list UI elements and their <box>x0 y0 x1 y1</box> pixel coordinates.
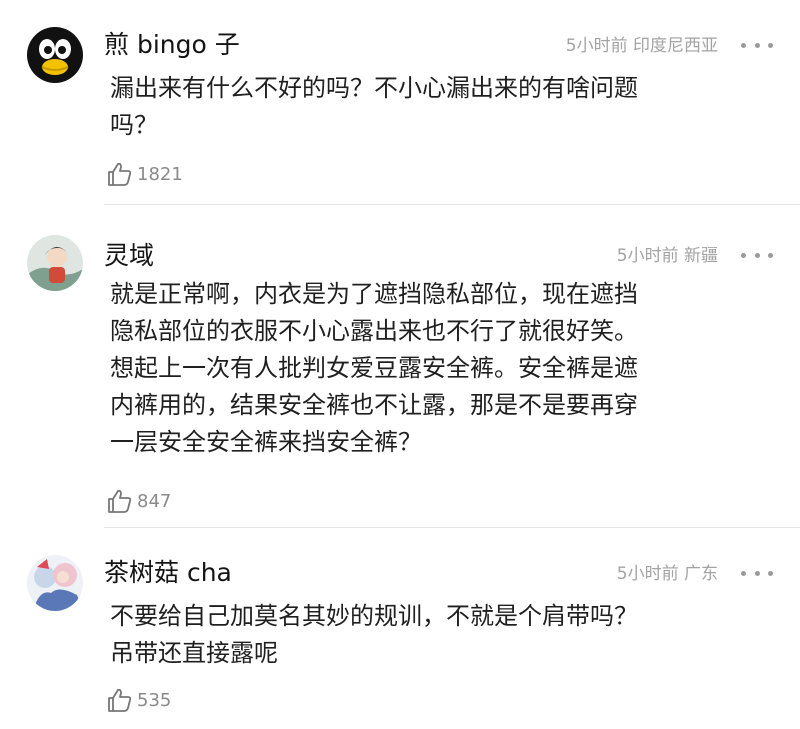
comment-time: 5小时前 <box>616 246 679 266</box>
comment-time: 5小时前 <box>565 36 628 56</box>
like-count: 1821 <box>137 163 183 185</box>
more-dots-icon[interactable] <box>741 251 773 259</box>
thumbs-up-icon <box>108 162 132 186</box>
thumbs-up-icon <box>108 688 132 712</box>
comment-item: 茶树菇 cha 5小时前 广东 不要给自己加莫名其妙的规训，不就是个肩带吗？ 吊… <box>0 528 800 729</box>
comment-line: 一层安全安全裤来挡安全裤？ <box>110 428 422 456</box>
comment-item: 煎 bingo 子 5小时前 印度尼西亚 漏出来有什么不好的吗？不小心漏出来的有… <box>0 0 800 205</box>
comment-location: 印度尼西亚 <box>633 36 718 56</box>
comment-location: 新疆 <box>684 246 718 266</box>
comment-location: 广东 <box>684 564 718 584</box>
penguin-avatar-icon <box>27 27 83 83</box>
comment-text: 漏出来有什么不好的吗？不小心漏出来的有啥问题 吗？ <box>110 70 750 144</box>
comment-line: 不要给自己加莫名其妙的规训，不就是个肩带吗？ <box>110 602 638 630</box>
comment-meta: 5小时前 印度尼西亚 <box>566 34 718 58</box>
comment-line: 吗？ <box>110 111 158 139</box>
avatar[interactable] <box>27 555 83 611</box>
anime-avatar-icon <box>27 555 83 611</box>
comment-meta: 5小时前 广东 <box>617 562 718 586</box>
more-dots-icon[interactable] <box>741 569 773 577</box>
like-button[interactable]: 847 <box>105 486 171 516</box>
like-count: 535 <box>137 689 172 711</box>
comment-line: 漏出来有什么不好的吗？不小心漏出来的有啥问题 <box>110 74 638 102</box>
comment-meta: 5小时前 新疆 <box>617 244 718 268</box>
avatar[interactable] <box>27 235 83 291</box>
character-avatar-icon <box>27 235 83 291</box>
like-button[interactable]: 1821 <box>105 159 183 189</box>
thumbs-up-icon <box>108 489 132 513</box>
comment-time: 5小时前 <box>616 564 679 584</box>
like-button[interactable]: 535 <box>105 685 171 715</box>
username[interactable]: 茶树菇 cha <box>104 558 232 588</box>
comment-line: 内裤用的，结果安全裤也不让露，那是不是要再穿 <box>110 391 638 419</box>
username[interactable]: 灵域 <box>104 241 154 271</box>
avatar[interactable] <box>27 27 83 83</box>
comment-line: 吊带还直接露呢 <box>110 639 278 667</box>
username[interactable]: 煎 bingo 子 <box>104 30 240 60</box>
comment-line: 就是正常啊，内衣是为了遮挡隐私部位，现在遮挡 <box>110 280 638 308</box>
comment-text: 就是正常啊，内衣是为了遮挡隐私部位，现在遮挡 隐私部位的衣服不小心露出来也不行了… <box>110 276 750 461</box>
comment-item: 灵域 5小时前 新疆 就是正常啊，内衣是为了遮挡隐私部位，现在遮挡 隐私部位的衣… <box>0 205 800 528</box>
comment-line: 想起上一次有人批判女爱豆露安全裤。安全裤是遮 <box>110 354 638 382</box>
comment-line: 隐私部位的衣服不小心露出来也不行了就很好笑。 <box>110 317 638 345</box>
like-count: 847 <box>137 490 172 512</box>
comment-text: 不要给自己加莫名其妙的规训，不就是个肩带吗？ 吊带还直接露呢 <box>110 598 750 672</box>
more-dots-icon[interactable] <box>741 41 773 49</box>
